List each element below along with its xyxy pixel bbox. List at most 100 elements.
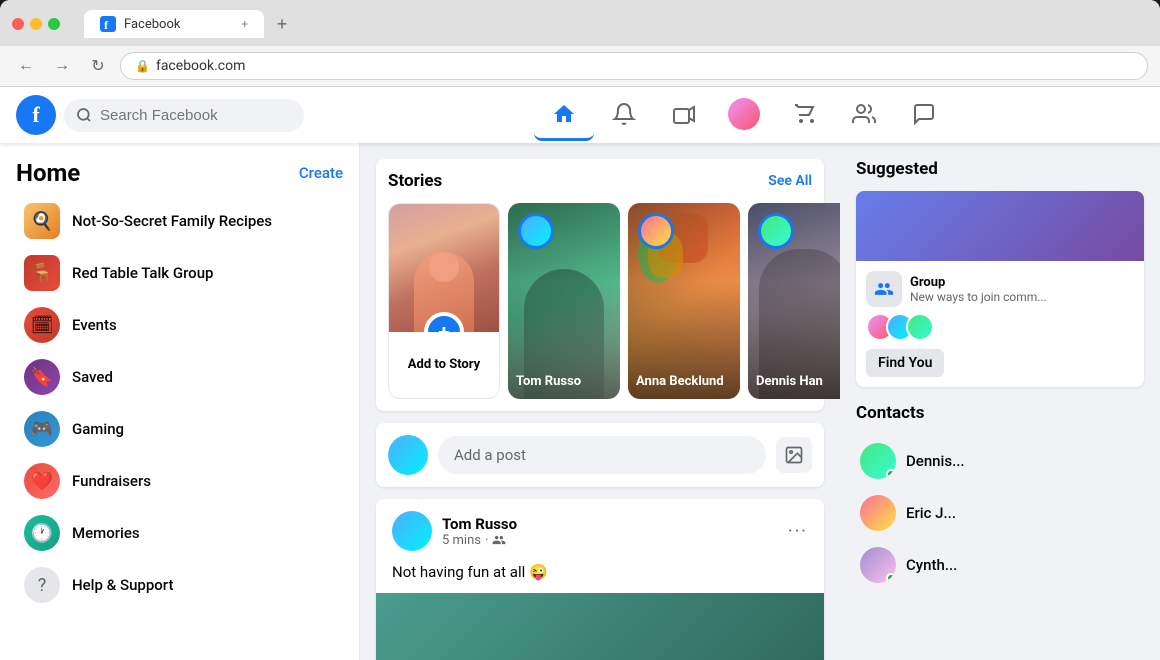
story-avatar-tom — [518, 213, 554, 249]
nav-messenger[interactable] — [894, 89, 954, 141]
find-you-button[interactable]: Find You — [866, 349, 944, 377]
contact-name-dennis: Dennis... — [906, 452, 965, 470]
nav-home[interactable] — [534, 89, 594, 141]
post-header: Tom Russo 5 mins · ··· — [376, 499, 824, 563]
facebook-logo[interactable]: f — [16, 95, 56, 135]
top-navigation: f — [0, 87, 1160, 143]
nav-marketplace[interactable] — [774, 89, 834, 141]
sidebar-icon-saved: 🔖 — [24, 359, 60, 395]
left-sidebar: Home Create 🍳 Not-So-Secret Family Recip… — [0, 143, 360, 660]
contact-item-eric[interactable]: Eric J... — [856, 487, 1144, 539]
online-indicator-cynthia — [886, 573, 896, 583]
browser-titlebar: f Facebook + + — [0, 0, 1160, 46]
sidebar-label-help: Help & Support — [72, 576, 173, 594]
online-indicator-dennis — [886, 469, 896, 479]
story-card-dennis-han[interactable]: Dennis Han — [748, 203, 840, 399]
nav-profile[interactable] — [714, 89, 774, 141]
story-name-tom: Tom Russo — [516, 374, 612, 391]
contacts-title: Contacts — [856, 403, 1144, 423]
contact-name-eric: Eric J... — [906, 504, 956, 522]
sidebar-label-events: Events — [72, 316, 117, 334]
search-bar[interactable] — [64, 99, 304, 132]
see-all-button[interactable]: See All — [768, 173, 812, 189]
sidebar-label-red-table: Red Table Talk Group — [72, 264, 213, 282]
right-panel: Suggested Group New ways to join comm... — [840, 143, 1160, 660]
address-bar[interactable]: 🔒 facebook.com — [120, 52, 1148, 80]
post-more-button[interactable]: ··· — [788, 521, 808, 542]
story-name-anna: Anna Becklund — [636, 374, 732, 391]
stories-row: + Add to Story — [388, 203, 812, 399]
post-content: Not having fun at all 😜 — [376, 563, 824, 593]
story-card-tom-russo[interactable]: Tom Russo — [508, 203, 620, 399]
add-story-card[interactable]: + Add to Story — [388, 203, 500, 399]
stories-title: Stories — [388, 171, 442, 191]
url-display: facebook.com — [156, 58, 245, 74]
home-icon — [552, 102, 576, 126]
story-avatar-dennis — [758, 213, 794, 249]
active-tab[interactable]: f Facebook + — [84, 10, 264, 38]
post-box: Add a post — [376, 423, 824, 487]
suggested-banner — [856, 191, 1144, 261]
sidebar-item-fundraisers[interactable]: ❤️ Fundraisers — [8, 455, 351, 507]
sidebar-icon-family-recipes: 🍳 — [24, 203, 60, 239]
search-icon — [76, 107, 92, 123]
back-button[interactable]: ← — [12, 52, 40, 80]
post-card-1: Tom Russo 5 mins · ··· Not — [376, 499, 824, 660]
sidebar-item-red-table[interactable]: 🪑 Red Table Talk Group — [8, 247, 351, 299]
nav-notifications[interactable] — [594, 89, 654, 141]
sidebar-item-family-recipes[interactable]: 🍳 Not-So-Secret Family Recipes — [8, 195, 351, 247]
refresh-button[interactable]: ↻ — [84, 52, 112, 80]
post-photo-button[interactable] — [776, 437, 812, 473]
sidebar-item-saved[interactable]: 🔖 Saved — [8, 351, 351, 403]
sidebar-icon-events: 🗓 — [24, 307, 60, 343]
sidebar-item-gaming[interactable]: 🎮 Gaming — [8, 403, 351, 455]
tab-favicon: f — [100, 16, 116, 32]
post-author-info: Tom Russo 5 mins · — [442, 515, 778, 548]
minimize-button[interactable] — [30, 18, 42, 30]
close-button[interactable] — [12, 18, 24, 30]
sidebar-icon-help: ? — [24, 567, 60, 603]
maximize-button[interactable] — [48, 18, 60, 30]
lock-icon: 🔒 — [135, 59, 150, 73]
traffic-lights — [12, 18, 60, 30]
story-name-dennis: Dennis Han — [756, 374, 840, 391]
post-input[interactable]: Add a post — [438, 436, 766, 474]
search-input[interactable] — [100, 107, 292, 124]
contact-avatar-dennis — [860, 443, 896, 479]
sidebar-label-gaming: Gaming — [72, 420, 124, 438]
sidebar-item-memories[interactable]: 🕐 Memories — [8, 507, 351, 559]
groups-icon — [852, 102, 876, 126]
sidebar-icon-memories: 🕐 — [24, 515, 60, 551]
group-desc: New ways to join comm... — [910, 290, 1047, 304]
tab-title: Facebook — [124, 17, 180, 32]
main-content: Home Create 🍳 Not-So-Secret Family Recip… — [0, 143, 1160, 660]
messenger-icon — [912, 102, 936, 126]
suggested-card: Group New ways to join comm... Find You — [856, 191, 1144, 387]
stories-section: Stories See All + — [376, 159, 824, 411]
sidebar-title: Home — [16, 159, 80, 187]
post-time: 5 mins — [442, 533, 481, 548]
sidebar-icon-fundraisers: ❤️ — [24, 463, 60, 499]
sidebar-item-help[interactable]: ? Help & Support — [8, 559, 351, 611]
post-author-avatar — [392, 511, 432, 551]
nav-watch[interactable] — [654, 89, 714, 141]
sidebar-icon-gaming: 🎮 — [24, 411, 60, 447]
story-avatar-anna — [638, 213, 674, 249]
contact-item-dennis[interactable]: Dennis... — [856, 435, 1144, 487]
logo-f: f — [32, 102, 39, 128]
new-tab-button[interactable]: + — [268, 10, 296, 38]
create-button[interactable]: Create — [299, 164, 343, 182]
forward-button[interactable]: → — [48, 52, 76, 80]
sidebar-header: Home Create — [0, 151, 359, 195]
post-separator: · — [485, 533, 488, 548]
post-author-name: Tom Russo — [442, 515, 778, 533]
facebook-app: f — [0, 87, 1160, 660]
nav-groups[interactable] — [834, 89, 894, 141]
friends-icon — [492, 533, 506, 547]
sidebar-label-saved: Saved — [72, 368, 113, 386]
story-card-anna-becklund[interactable]: Anna Becklund — [628, 203, 740, 399]
tab-close-button[interactable]: + — [241, 17, 248, 31]
post-box-avatar — [388, 435, 428, 475]
sidebar-item-events[interactable]: 🗓 Events — [8, 299, 351, 351]
contact-item-cynthia[interactable]: Cynth... — [856, 539, 1144, 591]
